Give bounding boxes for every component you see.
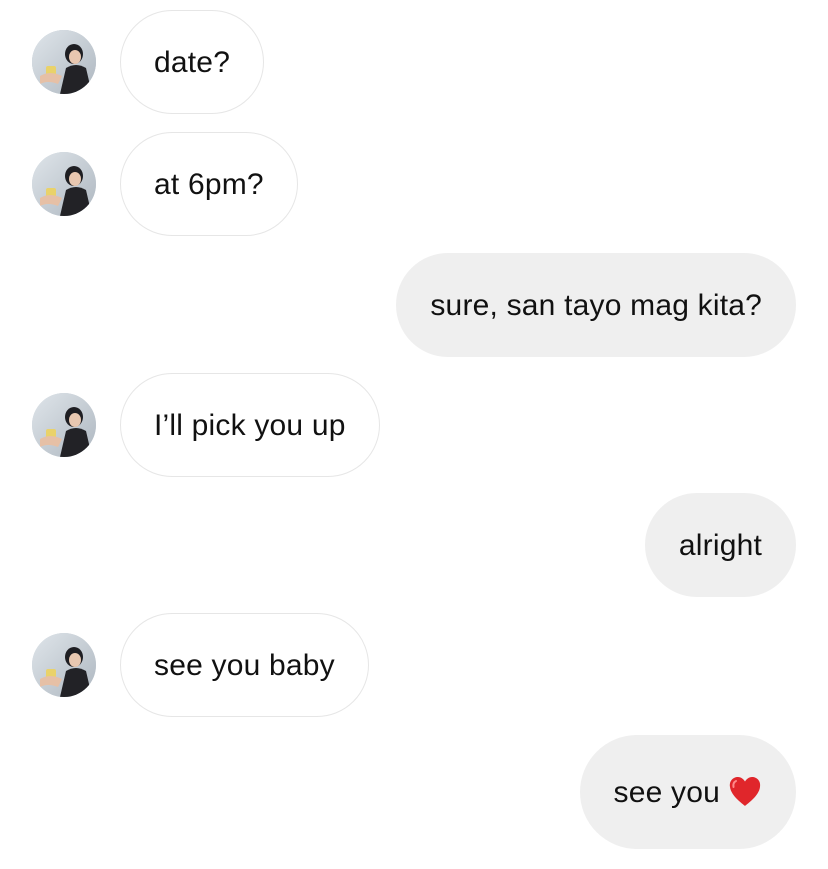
avatar-photo-icon: [32, 30, 96, 94]
message-row-outgoing: see you: [0, 735, 828, 849]
message-bubble-incoming[interactable]: see you baby: [120, 613, 369, 717]
avatar-photo-icon: [32, 152, 96, 216]
message-bubble-incoming[interactable]: at 6pm?: [120, 132, 298, 236]
message-bubble-outgoing[interactable]: sure, san tayo mag kita?: [396, 253, 796, 357]
message-row-outgoing: sure, san tayo mag kita?: [0, 253, 828, 357]
message-bubble-incoming[interactable]: I’ll pick you up: [120, 373, 380, 477]
message-row-outgoing: alright: [0, 493, 828, 597]
message-bubble-outgoing[interactable]: alright: [644, 493, 796, 597]
red-heart-icon: [728, 776, 762, 808]
avatar-photo-icon: [32, 393, 96, 457]
avatar-photo-icon: [32, 633, 96, 697]
message-text: see you: [613, 776, 720, 809]
message-bubble-incoming[interactable]: date?: [120, 10, 265, 114]
message-row-incoming: date?: [0, 10, 828, 114]
avatar[interactable]: [32, 633, 96, 697]
message-thread: date? at 6pm? sure, san tayo mag kita? I…: [0, 0, 828, 869]
avatar[interactable]: [32, 152, 96, 216]
message-row-incoming: at 6pm?: [0, 132, 828, 236]
message-row-incoming: see you baby: [0, 613, 828, 717]
avatar[interactable]: [32, 393, 96, 457]
message-bubble-outgoing[interactable]: see you: [579, 735, 796, 849]
message-row-incoming: I’ll pick you up: [0, 373, 828, 477]
avatar[interactable]: [32, 30, 96, 94]
